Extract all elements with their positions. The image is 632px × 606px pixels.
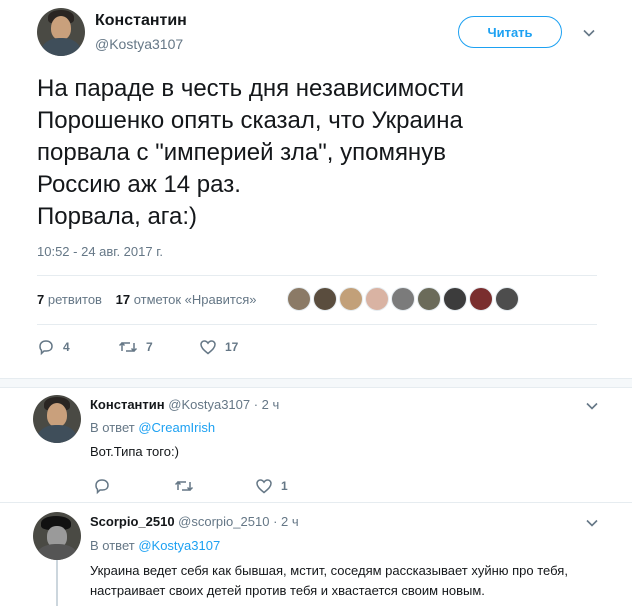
divider xyxy=(37,275,597,276)
retweets-count: 7 xyxy=(37,292,45,307)
reply-icon xyxy=(95,479,109,495)
reply-author[interactable]: Scorpio_2510 @scorpio_2510 · 2 ч xyxy=(90,514,299,529)
retweet-button[interactable] xyxy=(174,476,202,496)
liker-avatar[interactable] xyxy=(417,287,441,311)
reply-author-name: Scorpio_2510 xyxy=(90,514,175,529)
reply-author-handle: @Kostya3107 xyxy=(168,397,251,412)
follow-button[interactable]: Читать xyxy=(458,16,562,48)
reply-time[interactable]: · 2 ч xyxy=(273,514,299,529)
retweet-count: 7 xyxy=(146,340,153,354)
reply-time[interactable]: · 2 ч xyxy=(254,397,280,412)
likers-avatars xyxy=(287,287,521,313)
liker-avatar[interactable] xyxy=(313,287,337,311)
liker-avatar[interactable] xyxy=(365,287,389,311)
reply-count: 4 xyxy=(63,340,70,354)
in-reply-to: В ответ @CreamIrish xyxy=(90,420,215,435)
reply-button[interactable]: 4 xyxy=(37,337,70,357)
liker-avatar[interactable] xyxy=(443,287,467,311)
in-reply-to: В ответ @Kostya3107 xyxy=(90,538,220,553)
retweet-button[interactable]: 7 xyxy=(118,337,153,357)
reply-text: Вот.Типа того:) xyxy=(90,444,179,459)
tweet-timestamp[interactable]: 10:52 - 24 авг. 2017 г. xyxy=(37,244,163,259)
divider xyxy=(37,324,597,325)
tweet-stats: 7 ретвитов 17 отметок «Нравится» xyxy=(37,292,256,307)
reply-button[interactable] xyxy=(93,476,119,496)
in-reply-prefix: В ответ xyxy=(90,420,135,435)
reply-text: Украина ведет себя как бывшая, мстит, со… xyxy=(90,563,568,598)
likes-label: отметок «Нравится» xyxy=(133,292,257,307)
main-tweet: Константин @Kostya3107 Читать На параде … xyxy=(0,0,632,383)
liker-avatar[interactable] xyxy=(287,287,311,311)
like-icon xyxy=(200,340,216,355)
like-count: 17 xyxy=(225,340,239,354)
reply-tweet[interactable]: Константин @Kostya3107 · 2 ч В ответ @Cr… xyxy=(0,388,632,500)
like-button[interactable]: 1 xyxy=(255,476,288,496)
in-reply-link[interactable]: @Kostya3107 xyxy=(138,538,220,553)
liker-avatar[interactable] xyxy=(469,287,493,311)
like-icon xyxy=(256,479,272,494)
reply-actions: 1 xyxy=(93,476,593,496)
thread-line xyxy=(56,560,58,606)
likes-count: 17 xyxy=(115,292,131,307)
retweets-label: ретвитов xyxy=(47,292,102,307)
avatar[interactable] xyxy=(33,512,81,560)
section-divider xyxy=(0,378,632,388)
chevron-down-icon[interactable] xyxy=(585,516,599,530)
tweet-actions: 4 7 17 xyxy=(37,337,597,357)
in-reply-link[interactable]: @CreamIrish xyxy=(138,420,215,435)
reply-tweet[interactable]: Scorpio_2510 @scorpio_2510 · 2 ч В ответ… xyxy=(0,503,632,606)
likes-stat[interactable]: 17 отметок «Нравится» xyxy=(116,292,257,307)
avatar[interactable] xyxy=(33,395,81,443)
like-count: 1 xyxy=(281,479,288,493)
avatar[interactable] xyxy=(37,8,85,56)
reply-icon xyxy=(39,340,53,356)
like-button[interactable]: 17 xyxy=(199,337,238,357)
retweets-stat[interactable]: 7 ретвитов xyxy=(37,292,102,307)
liker-avatar[interactable] xyxy=(339,287,363,311)
in-reply-prefix: В ответ xyxy=(90,538,135,553)
author-name[interactable]: Константин xyxy=(95,12,187,30)
retweet-icon xyxy=(118,341,138,353)
author-handle[interactable]: @Kostya3107 xyxy=(95,36,183,52)
reply-author-handle: @scorpio_2510 xyxy=(178,514,270,529)
tweet-text: На параде в честь дня независимости Поро… xyxy=(37,75,464,230)
liker-avatar[interactable] xyxy=(391,287,415,311)
retweet-icon xyxy=(174,480,194,492)
liker-avatar[interactable] xyxy=(495,287,519,311)
reply-author-name: Константин xyxy=(90,397,165,412)
chevron-down-icon[interactable] xyxy=(582,26,596,40)
chevron-down-icon[interactable] xyxy=(585,399,599,413)
reply-author[interactable]: Константин @Kostya3107 · 2 ч xyxy=(90,397,279,412)
